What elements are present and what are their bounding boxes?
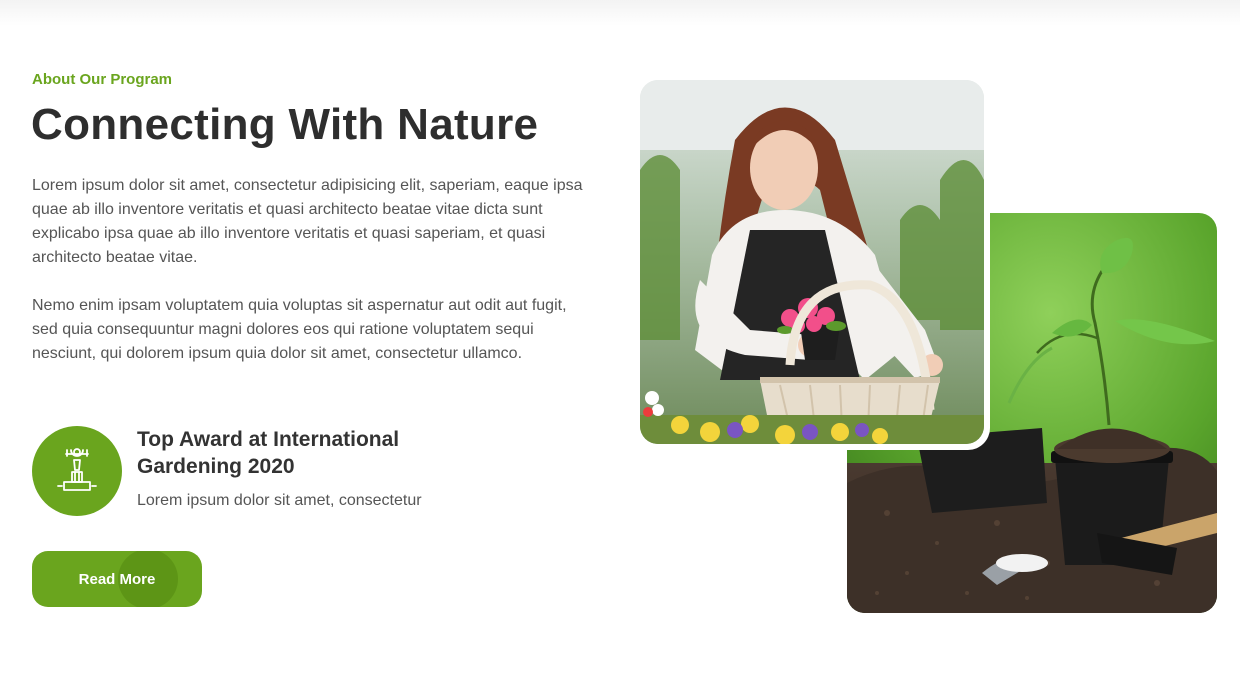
woman-gardener-photo [640,80,984,444]
read-more-label: Read More [78,570,156,588]
read-more-button[interactable]: Read More [32,551,202,607]
intro-paragraph: Lorem ipsum dolor sit amet, consectetur … [32,177,583,266]
section-eyebrow: About Our Program [32,71,173,88]
front-image-frame [634,74,990,450]
trophy-award-icon [32,426,122,516]
secondary-paragraph: Nemo enim ipsam voluptatem quia voluptas… [32,297,567,362]
top-fade [0,0,1240,26]
award-title: Top Award at International Gardening 202… [137,428,400,478]
award-text: Lorem ipsum dolor sit amet, consectetur [137,492,422,509]
section-headline: Connecting With Nature [31,100,539,149]
